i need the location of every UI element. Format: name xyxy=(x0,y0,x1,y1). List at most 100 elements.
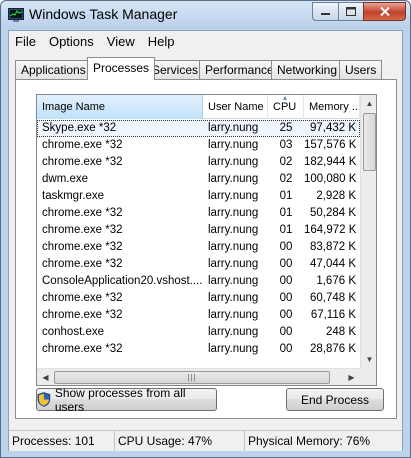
menu-options[interactable]: Options xyxy=(43,31,101,51)
tab-applications[interactable]: Applications xyxy=(15,60,92,79)
minimize-icon xyxy=(321,13,330,15)
process-row[interactable]: dwm.exe larry.nung 02 100,080 K xyxy=(37,171,360,188)
processes-panel: Image Name User Name ▲ CPU Memory ... Sk… xyxy=(15,79,397,419)
tab-performance[interactable]: Performance xyxy=(199,60,280,79)
process-name-cell: chrome.exe *32 xyxy=(42,343,123,355)
user-name-cell: larry.nung xyxy=(208,156,259,168)
task-manager-icon xyxy=(8,8,24,22)
process-row[interactable]: ConsoleApplication20.vshost.... larry.nun… xyxy=(37,273,360,290)
column-header-cpu[interactable]: ▲ CPU xyxy=(268,95,304,119)
process-name-cell: chrome.exe *32 xyxy=(42,292,123,304)
user-name-cell: larry.nung xyxy=(208,326,259,338)
process-row[interactable]: chrome.exe *32 larry.nung 01 164,972 K xyxy=(37,222,360,239)
memory-cell: 182,944 K xyxy=(304,156,357,168)
cpu-cell: 01 xyxy=(279,207,293,219)
menu-bar: File Options View Help xyxy=(9,31,402,51)
memory-cell: 83,872 K xyxy=(309,241,356,253)
user-name-cell: larry.nung xyxy=(208,292,259,304)
memory-cell: 248 K xyxy=(325,326,356,338)
memory-cell: 60,748 K xyxy=(309,292,356,304)
column-label: Image Name xyxy=(42,101,105,113)
memory-cell: 97,432 K xyxy=(304,120,360,137)
cpu-cell: 02 xyxy=(279,173,293,185)
process-row[interactable]: taskmgr.exe larry.nung 01 2,928 K xyxy=(37,188,360,205)
process-row[interactable]: chrome.exe *32 larry.nung 00 83,872 K xyxy=(37,239,360,256)
cpu-cell: 00 xyxy=(279,241,293,253)
menu-view[interactable]: View xyxy=(101,31,142,51)
process-row[interactable]: chrome.exe *32 larry.nung 03 157,576 K xyxy=(37,137,360,154)
title-bar[interactable]: Windows Task Manager xyxy=(1,1,410,29)
column-label: Memory ... xyxy=(309,101,360,113)
process-rows: Skype.exe *32 larry.nung 25 97,432 K chrome.… xyxy=(37,120,360,358)
column-label: User Name xyxy=(208,101,264,113)
cpu-cell: 02 xyxy=(279,156,293,168)
user-name-cell: larry.nung xyxy=(208,224,259,236)
end-process-button[interactable]: End Process xyxy=(286,388,384,411)
maximize-icon xyxy=(346,7,356,16)
horizontal-scrollbar[interactable]: ◀ ||| ▶ xyxy=(37,368,360,385)
memory-cell: 50,284 K xyxy=(309,207,356,219)
cpu-cell: 00 xyxy=(279,326,293,338)
process-row[interactable]: chrome.exe *32 larry.nung 00 67,116 K xyxy=(37,307,360,324)
menu-help[interactable]: Help xyxy=(142,31,182,51)
process-row[interactable]: Skype.exe *32 larry.nung 25 97,432 K xyxy=(37,120,360,137)
maximize-button[interactable] xyxy=(338,2,363,21)
tab-users[interactable]: Users xyxy=(339,60,383,79)
user-name-cell: larry.nung xyxy=(208,343,259,355)
process-row[interactable]: chrome.exe *32 larry.nung 00 60,748 K xyxy=(37,290,360,307)
process-row[interactable]: conhost.exe larry.nung 00 248 K xyxy=(37,324,360,341)
process-row[interactable]: chrome.exe *32 larry.nung 01 50,284 K xyxy=(37,205,360,222)
scroll-up-button[interactable]: ▲ xyxy=(361,95,376,112)
cpu-cell: 00 xyxy=(279,292,293,304)
vertical-scroll-thumb[interactable] xyxy=(363,113,376,171)
process-row[interactable]: chrome.exe *32 larry.nung 00 47,044 K xyxy=(37,256,360,273)
user-name-cell: larry.nung xyxy=(208,207,259,219)
column-label: CPU xyxy=(273,101,297,113)
process-name-cell: conhost.exe xyxy=(42,326,105,338)
memory-cell: 164,972 K xyxy=(304,224,357,236)
minimize-button[interactable] xyxy=(312,2,338,21)
close-button[interactable] xyxy=(363,2,406,21)
cpu-cell: 00 xyxy=(279,309,293,321)
show-all-processes-button[interactable]: Show processes from all users xyxy=(36,385,217,414)
memory-cell: 2,928 K xyxy=(316,190,356,202)
cpu-cell: 00 xyxy=(279,275,293,287)
user-name-cell: larry.nung xyxy=(208,190,259,202)
cpu-cell: 03 xyxy=(279,139,293,151)
vertical-scrollbar[interactable]: ▲ ▼ xyxy=(360,95,376,368)
scroll-down-button[interactable]: ▼ xyxy=(361,351,376,368)
user-name-cell: larry.nung xyxy=(208,275,259,287)
menu-file[interactable]: File xyxy=(9,31,43,51)
scroll-right-button[interactable]: ▶ xyxy=(343,369,360,385)
process-row[interactable]: chrome.exe *32 larry.nung 00 28,876 K xyxy=(37,341,360,358)
process-list[interactable]: Image Name User Name ▲ CPU Memory ... Sk… xyxy=(36,94,377,386)
cpu-cell: 25 xyxy=(268,120,304,137)
horizontal-scroll-thumb[interactable]: ||| xyxy=(54,371,330,384)
close-icon xyxy=(379,7,390,16)
column-header-memory[interactable]: Memory ... xyxy=(304,95,360,119)
tab-networking[interactable]: Networking xyxy=(271,60,344,79)
memory-cell: 28,876 K xyxy=(309,343,356,355)
column-header-image-name[interactable]: Image Name xyxy=(37,95,203,119)
window-title: Windows Task Manager xyxy=(29,6,178,22)
sort-arrow-icon: ▲ xyxy=(281,95,289,102)
process-name-cell: chrome.exe *32 xyxy=(42,139,123,151)
tab-strip: Applications Processes Services Performa… xyxy=(15,57,399,80)
process-row[interactable]: chrome.exe *32 larry.nung 02 182,944 K xyxy=(37,154,360,171)
memory-cell: 157,576 K xyxy=(304,139,357,151)
process-name-cell: dwm.exe xyxy=(42,173,89,185)
column-header-user-name[interactable]: User Name xyxy=(203,95,268,119)
memory-cell: 67,116 K xyxy=(310,309,356,321)
user-name-cell: larry.nung xyxy=(208,241,259,253)
tab-processes[interactable]: Processes xyxy=(87,57,156,80)
status-physical-memory: Physical Memory: 76% xyxy=(248,434,371,448)
cpu-cell: 00 xyxy=(279,258,293,270)
process-name-cell: ConsoleApplication20.vshost.... xyxy=(42,275,203,287)
client-area: File Options View Help Applications Proc… xyxy=(8,30,403,451)
grip-icon: ||| xyxy=(187,373,197,382)
cpu-cell: 01 xyxy=(279,224,293,236)
process-name-cell: taskmgr.exe xyxy=(42,190,104,202)
show-all-processes-label: Show processes from all users xyxy=(54,385,186,414)
scroll-left-button[interactable]: ◀ xyxy=(37,369,54,385)
task-manager-window: Windows Task Manager File Options View H… xyxy=(0,0,411,458)
